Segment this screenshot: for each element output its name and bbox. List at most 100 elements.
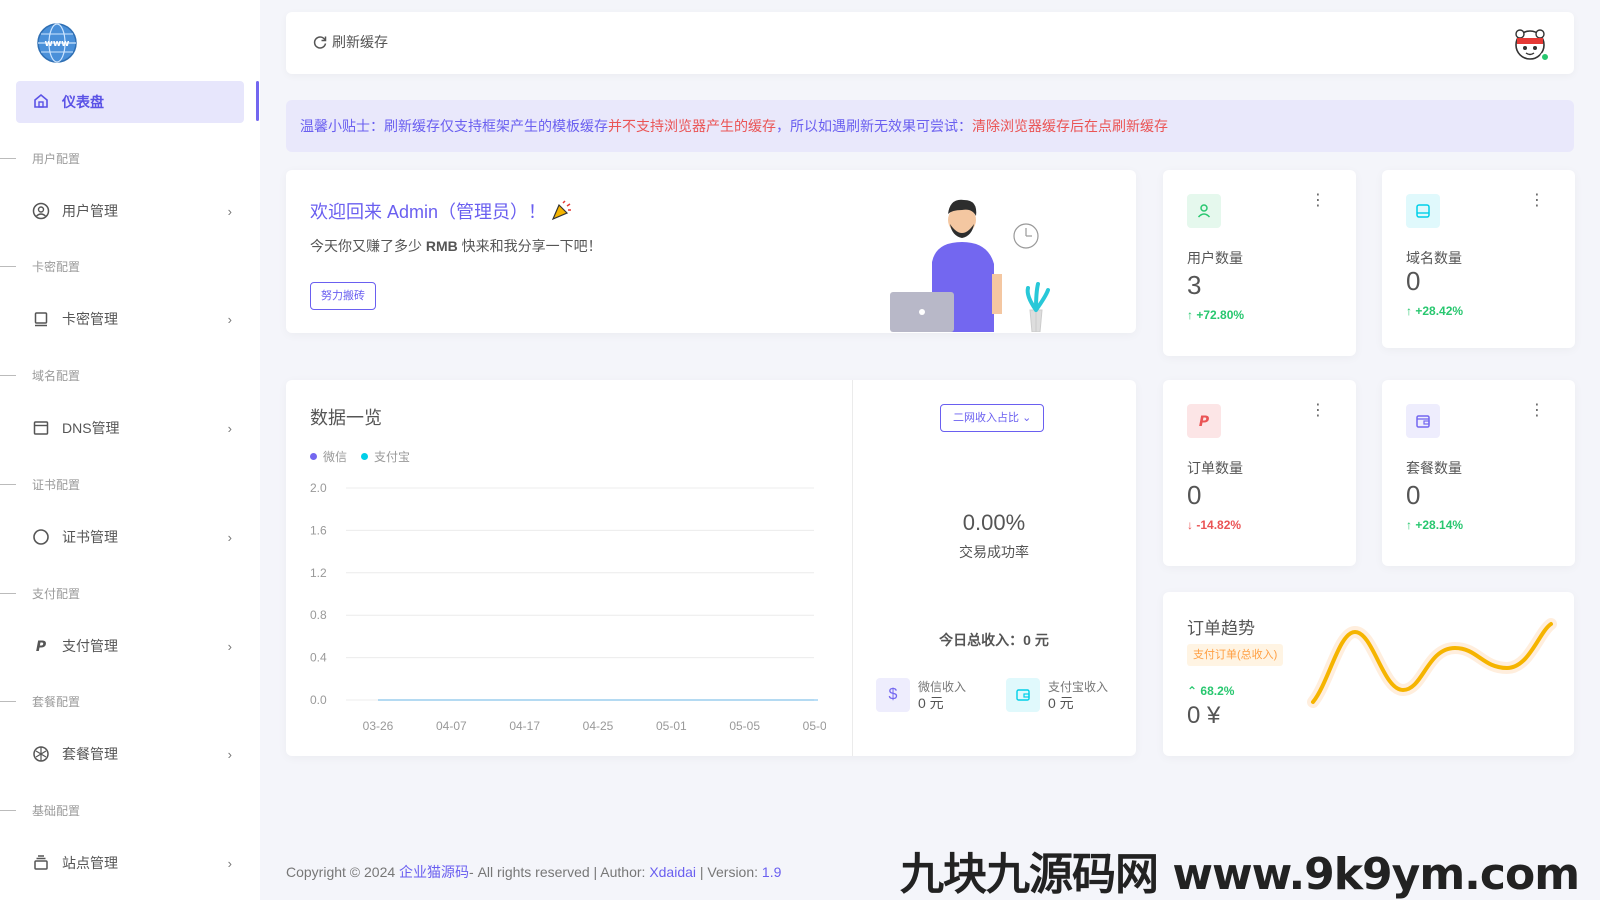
chevron-down-icon: ⌄ xyxy=(1022,412,1032,424)
company-link[interactable]: 企业猫源码 xyxy=(399,864,469,880)
more-vertical-icon[interactable]: ⋮ xyxy=(1529,193,1545,209)
chevron-right-icon: › xyxy=(227,746,232,762)
today-income: 今日总收入：0 元 xyxy=(939,632,1049,648)
alipay-income: 支付宝收入 0 元 xyxy=(1006,678,1108,712)
svg-text:P: P xyxy=(1199,414,1210,430)
x-tick-label: 04-17 xyxy=(509,719,540,733)
income-line-chart: 2.0 1.6 1.2 0.8 0.4 0.0 03-26 04-07 04-17 04-25 05… xyxy=(310,481,826,733)
chevron-right-icon: › xyxy=(227,529,232,545)
nav-site-management[interactable]: 站点管理 › xyxy=(32,851,232,875)
watermark: 九块九源码网 www.9k9ym.com xyxy=(900,849,1580,900)
refresh-icon xyxy=(313,36,327,49)
wechat-income: $ 微信收入 0 元 xyxy=(876,678,966,712)
globe-logo-icon[interactable]: www xyxy=(36,22,78,64)
section-domain-config: 域名配置 xyxy=(0,367,80,384)
stat-card-packages: ⋮ 套餐数量 0 ↑ +28.14% xyxy=(1382,380,1575,566)
data-overview-card: 数据一览 微信 支付宝 2.0 1.6 1.2 0.8 0.4 0.0 03-26 04-07… xyxy=(286,380,1136,756)
chevron-right-icon: › xyxy=(227,420,232,436)
y-tick-label: 1.2 xyxy=(310,566,327,580)
active-indicator xyxy=(256,81,259,121)
nav-package-management[interactable]: 套餐管理 › xyxy=(32,742,232,766)
nav-card-management[interactable]: 卡密管理 › xyxy=(32,307,232,331)
welcome-card: 欢迎回来 Admin（管理员）！ 今天你又赚了多少 RMB 快来和我分享一下吧！… xyxy=(286,170,1136,333)
nav-user-management[interactable]: 用户管理 › xyxy=(32,199,232,223)
circle-icon xyxy=(32,528,50,546)
more-vertical-icon[interactable]: ⋮ xyxy=(1310,193,1326,209)
man-with-laptop-illustration xyxy=(890,199,1050,332)
more-vertical-icon[interactable]: ⋮ xyxy=(1310,403,1326,419)
tip-alert: 温馨小贴士：刷新缓存仅支持框架产生的模板缓存 并不支持浏览器产生的缓存 ，所以如遇刷… xyxy=(286,100,1574,152)
change-up: ↑ +72.80% xyxy=(1187,308,1245,322)
y-tick-label: 0.8 xyxy=(310,608,327,622)
site-icon xyxy=(32,854,50,872)
nav-pay-management[interactable]: P 支付管理 › xyxy=(32,634,232,658)
y-tick-label: 0.4 xyxy=(310,651,327,665)
topbar: 刷新缓存 xyxy=(286,12,1574,74)
welcome-title: 欢迎回来 Admin（管理员）！ xyxy=(310,198,573,224)
work-hard-button[interactable]: 努力搬砖 xyxy=(310,282,376,310)
chart-legend: 微信 支付宝 xyxy=(310,448,424,465)
trend-tag: 支付订单(总收入) xyxy=(1187,644,1284,666)
chevron-right-icon: › xyxy=(227,638,232,654)
nav-dashboard[interactable]: 仪表盘 xyxy=(16,81,244,123)
nav-cert-management[interactable]: 证书管理 › xyxy=(32,525,232,549)
svg-text:www: www xyxy=(45,39,70,49)
window-icon xyxy=(32,419,50,437)
change-up: ↑ +28.42% xyxy=(1406,304,1464,318)
section-cert-config: 证书配置 xyxy=(0,476,80,493)
refresh-cache-button[interactable]: 刷新缓存 xyxy=(312,32,388,52)
section-base-config: 基础配置 xyxy=(0,802,80,819)
order-trend-card: 订单趋势 支付订单(总收入) ⌃ 68.2% 0 ¥ xyxy=(1163,592,1574,756)
chevron-right-icon: › xyxy=(227,311,232,327)
dollar-icon: $ xyxy=(876,678,910,712)
legend-wechat[interactable]: 微信 xyxy=(310,448,347,465)
party-popper-icon xyxy=(551,200,572,221)
footer: Copyright © 2024 企业猫源码- All rights reser… xyxy=(286,864,782,880)
nav-dashboard-label: 仪表盘 xyxy=(62,94,104,110)
wallet-icon xyxy=(1006,678,1040,712)
y-tick-label: 0.0 xyxy=(310,693,327,707)
wallet-icon xyxy=(1406,404,1440,438)
paypal-icon: P xyxy=(1187,404,1221,438)
x-tick-label: 05-01 xyxy=(656,719,687,733)
svg-text:P: P xyxy=(36,639,47,655)
stat-card-orders: P ⋮ 订单数量 0 ↓ -14.82% xyxy=(1163,380,1356,566)
y-tick-label: 2.0 xyxy=(310,481,327,495)
sidebar: www 仪表盘 用户配置 用户管理 › 卡密配置 卡密管理 › 域名配置 DNS… xyxy=(0,0,260,900)
x-tick-label: 04-07 xyxy=(436,719,467,733)
income-ratio-dropdown[interactable]: 二网收入占比 ⌄ xyxy=(940,404,1045,432)
author-link[interactable]: Xdaidai xyxy=(649,864,696,880)
trend-sparkline xyxy=(1307,618,1557,708)
overview-title: 数据一览 xyxy=(310,408,382,428)
section-pay-config: 支付配置 xyxy=(0,585,80,602)
online-status-dot xyxy=(1540,52,1550,62)
change-down: ↓ -14.82% xyxy=(1187,518,1242,532)
stat-card-users: ⋮ 用户数量 3 ↑ +72.80% xyxy=(1163,170,1356,356)
stat-card-domains: ⋮ 域名数量 0 ↑ +28.42% xyxy=(1382,170,1575,348)
more-vertical-icon[interactable]: ⋮ xyxy=(1529,403,1545,419)
home-icon xyxy=(32,92,50,113)
y-tick-label: 1.6 xyxy=(310,523,327,537)
success-rate-label: 交易成功率 xyxy=(959,544,1029,560)
welcome-subtitle: 今天你又赚了多少 RMB 快来和我分享一下吧！ xyxy=(310,238,602,254)
x-tick-label: 05-07 xyxy=(803,719,826,733)
chevron-right-icon: › xyxy=(227,855,232,871)
divider xyxy=(852,380,853,756)
legend-alipay[interactable]: 支付宝 xyxy=(361,448,410,465)
trend-value: 0 ¥ xyxy=(1187,702,1221,729)
nav-dns-management[interactable]: DNS管理 › xyxy=(32,416,232,440)
paypal-icon: P xyxy=(32,637,50,655)
hdd-icon xyxy=(1406,194,1440,228)
card-icon xyxy=(32,310,50,328)
user-circle-icon xyxy=(32,202,50,220)
trend-change: ⌃ 68.2% xyxy=(1187,684,1235,698)
user-icon xyxy=(1187,194,1221,228)
section-card-config: 卡密配置 xyxy=(0,258,80,275)
section-package-config: 套餐配置 xyxy=(0,693,80,710)
version-link[interactable]: 1.9 xyxy=(762,864,781,880)
success-rate-value: 0.00% xyxy=(962,510,1026,535)
change-up: ↑ +28.14% xyxy=(1406,518,1464,532)
x-tick-label: 05-05 xyxy=(729,719,760,733)
package-icon xyxy=(32,745,50,763)
chevron-right-icon: › xyxy=(227,203,232,219)
